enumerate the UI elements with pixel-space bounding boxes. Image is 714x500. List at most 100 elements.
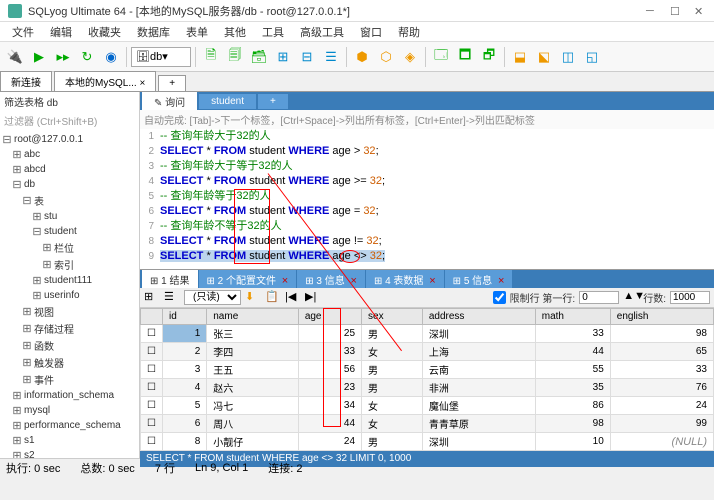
- tb-icon-3[interactable]: 🗃: [248, 46, 270, 68]
- cell-sex[interactable]: 男: [362, 433, 423, 451]
- cell-age[interactable]: 23: [298, 379, 361, 397]
- tb-icon-9[interactable]: ◈: [399, 46, 421, 68]
- cell-sex[interactable]: 女: [362, 343, 423, 361]
- cell-math[interactable]: 86: [535, 397, 610, 415]
- tree-item[interactable]: ⊞mysql: [0, 403, 139, 418]
- result-tab[interactable]: ⊞ 2 个配置文件 ×: [199, 270, 297, 289]
- menu-表单[interactable]: 表单: [180, 22, 214, 42]
- tb-icon-8[interactable]: ⬡: [375, 46, 397, 68]
- execute-all-icon[interactable]: ▸▸: [52, 46, 74, 68]
- column-header[interactable]: age: [298, 309, 361, 325]
- tree-item[interactable]: ⊟表: [0, 192, 139, 209]
- row-checkbox[interactable]: ☐: [141, 433, 163, 451]
- tree-item[interactable]: ⊞函数: [0, 337, 139, 354]
- export-icon[interactable]: ⬇: [245, 290, 261, 306]
- tree-item[interactable]: ⊞information_schema: [0, 388, 139, 403]
- cell-math[interactable]: 35: [535, 379, 610, 397]
- cell-age[interactable]: 34: [298, 397, 361, 415]
- tb-icon-12[interactable]: 🗗: [478, 46, 500, 68]
- column-header[interactable]: [141, 309, 163, 325]
- tree-item[interactable]: ⊞视图: [0, 303, 139, 320]
- conn-tab[interactable]: +: [158, 75, 186, 91]
- execute-icon[interactable]: ▶: [28, 46, 50, 68]
- tree-item[interactable]: ⊞栏位: [0, 239, 139, 256]
- cell-english[interactable]: (NULL): [610, 433, 713, 451]
- row-checkbox[interactable]: ☐: [141, 415, 163, 433]
- column-header[interactable]: name: [207, 309, 299, 325]
- tree-item[interactable]: ⊞abc: [0, 147, 139, 162]
- maximize-button[interactable]: ☐: [670, 5, 682, 17]
- tb-icon-14[interactable]: ⬕: [533, 46, 555, 68]
- menu-高级工具[interactable]: 高级工具: [294, 22, 350, 42]
- cell-id[interactable]: 1: [162, 325, 206, 343]
- cell-english[interactable]: 76: [610, 379, 713, 397]
- cell-math[interactable]: 10: [535, 433, 610, 451]
- tb-icon-6[interactable]: ☰: [320, 46, 342, 68]
- sql-editor[interactable]: 1-- 查询年龄大于32的人 2SELECT * FROM student WH…: [140, 129, 714, 269]
- refresh-icon[interactable]: ↻: [76, 46, 98, 68]
- tb-icon-1[interactable]: 🗎: [200, 46, 222, 68]
- tree-item[interactable]: ⊞stu: [0, 209, 139, 224]
- menu-收藏夹[interactable]: 收藏夹: [82, 22, 127, 42]
- tree-item[interactable]: ⊞s2: [0, 448, 139, 458]
- cell-math[interactable]: 55: [535, 361, 610, 379]
- form-view-icon[interactable]: ☰: [164, 290, 180, 306]
- tree-item[interactable]: ⊟db: [0, 177, 139, 192]
- query-tab[interactable]: ✎ 询问: [142, 92, 197, 111]
- limit-checkbox[interactable]: [493, 291, 506, 304]
- result-grid[interactable]: idnameagesexaddressmathenglish☐1张三25男深圳3…: [140, 308, 714, 451]
- result-tab[interactable]: ⊞ 1 结果: [142, 270, 198, 289]
- row-checkbox[interactable]: ☐: [141, 397, 163, 415]
- tb-icon-10[interactable]: 🗔: [430, 46, 452, 68]
- menu-其他[interactable]: 其他: [218, 22, 252, 42]
- cell-english[interactable]: 99: [610, 415, 713, 433]
- cell-name[interactable]: 周八: [207, 415, 299, 433]
- cell-math[interactable]: 98: [535, 415, 610, 433]
- grid-view-icon[interactable]: ⊞: [144, 290, 160, 306]
- cell-age[interactable]: 24: [298, 433, 361, 451]
- cell-name[interactable]: 李四: [207, 343, 299, 361]
- tb-icon-5[interactable]: ⊟: [296, 46, 318, 68]
- row-checkbox[interactable]: ☐: [141, 343, 163, 361]
- cell-name[interactable]: 冯七: [207, 397, 299, 415]
- menu-文件[interactable]: 文件: [6, 22, 40, 42]
- cell-english[interactable]: 24: [610, 397, 713, 415]
- cell-sex[interactable]: 男: [362, 361, 423, 379]
- conn-tab[interactable]: 本地的MySQL... ×: [54, 71, 156, 91]
- query-tab[interactable]: student: [199, 94, 256, 109]
- cell-id[interactable]: 5: [162, 397, 206, 415]
- tree-item[interactable]: ⊞存储过程: [0, 320, 139, 337]
- cell-address[interactable]: 青青草原: [422, 415, 535, 433]
- result-tab[interactable]: ⊞ 5 信息 ×: [445, 270, 513, 289]
- column-header[interactable]: sex: [362, 309, 423, 325]
- cell-id[interactable]: 6: [162, 415, 206, 433]
- tree-item[interactable]: ⊞userinfo: [0, 288, 139, 303]
- cell-english[interactable]: 65: [610, 343, 713, 361]
- cell-id[interactable]: 8: [162, 433, 206, 451]
- cell-age[interactable]: 44: [298, 415, 361, 433]
- cell-sex[interactable]: 男: [362, 325, 423, 343]
- menu-帮助[interactable]: 帮助: [392, 22, 426, 42]
- cell-id[interactable]: 4: [162, 379, 206, 397]
- row-checkbox[interactable]: ☐: [141, 379, 163, 397]
- tree-item[interactable]: ⊟root@127.0.0.1: [0, 132, 139, 147]
- cell-address[interactable]: 上海: [422, 343, 535, 361]
- nav-first-icon[interactable]: |◀: [285, 290, 301, 306]
- tb-icon-15[interactable]: ◫: [557, 46, 579, 68]
- cell-sex[interactable]: 男: [362, 379, 423, 397]
- tree-item[interactable]: ⊞abcd: [0, 162, 139, 177]
- tb-icon-13[interactable]: ⬓: [509, 46, 531, 68]
- column-header[interactable]: english: [610, 309, 713, 325]
- readonly-combo[interactable]: (只读): [184, 290, 241, 305]
- cell-address[interactable]: 深圳: [422, 325, 535, 343]
- cell-english[interactable]: 98: [610, 325, 713, 343]
- conn-tab[interactable]: 新连接: [0, 71, 52, 91]
- cell-address[interactable]: 非洲: [422, 379, 535, 397]
- new-connection-icon[interactable]: 🔌: [4, 46, 26, 68]
- stop-icon[interactable]: ◉: [100, 46, 122, 68]
- column-header[interactable]: math: [535, 309, 610, 325]
- cell-name[interactable]: 张三: [207, 325, 299, 343]
- database-combo[interactable]: 🗄 db ▾: [131, 47, 191, 67]
- tb-icon-4[interactable]: ⊞: [272, 46, 294, 68]
- tb-icon-16[interactable]: ◱: [581, 46, 603, 68]
